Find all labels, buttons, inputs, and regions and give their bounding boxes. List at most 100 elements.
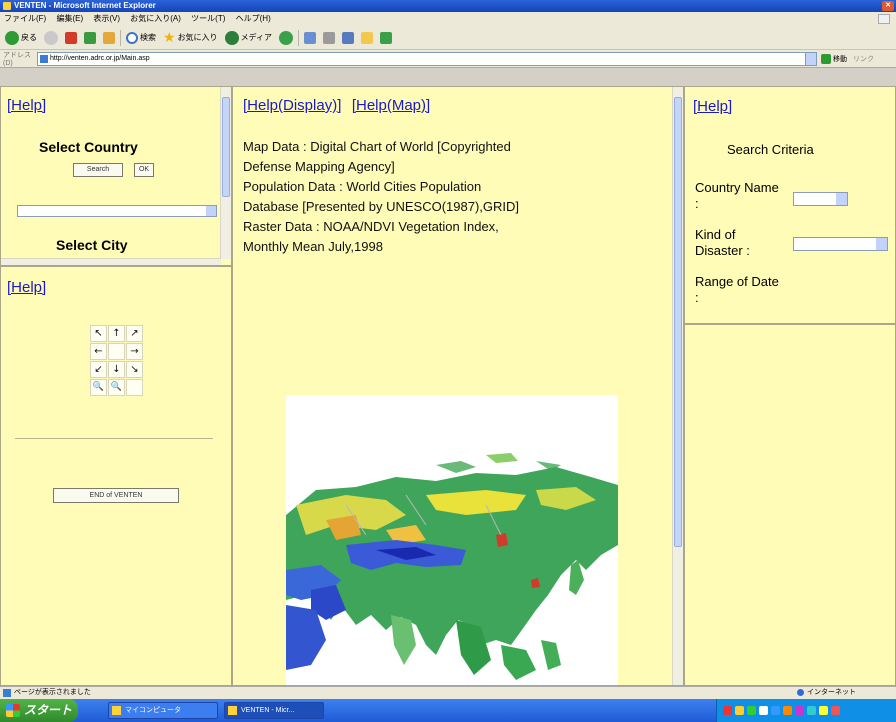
- scrollbar-thumb[interactable]: [674, 97, 682, 547]
- navigation-frame: [Help] ↖ ↑ ↗ ← → ↙ ↓ ↘ 🔍 🔍 END of VENTEN: [0, 266, 232, 686]
- address-bar: アドレス(D) http://venten.adrc.or.jp/Main.as…: [0, 50, 896, 68]
- pan-east-button[interactable]: →: [126, 343, 143, 360]
- tray-icon[interactable]: [735, 706, 744, 715]
- vertical-scrollbar[interactable]: [220, 87, 231, 259]
- pan-northwest-button[interactable]: ↖: [90, 325, 107, 342]
- address-dropdown-button[interactable]: [805, 52, 816, 65]
- tray-icon[interactable]: [819, 706, 828, 715]
- history-icon: [279, 30, 294, 45]
- folder-button[interactable]: [359, 29, 375, 47]
- menu-edit[interactable]: 編集(E): [56, 14, 83, 23]
- taskbar-item-venten[interactable]: VENTEN - Micr...: [224, 702, 324, 719]
- stop-button[interactable]: [63, 29, 79, 47]
- tray-icon[interactable]: [723, 706, 732, 715]
- zone-label: インターネット: [807, 689, 856, 696]
- search-label: 検索: [140, 33, 156, 42]
- info-line: Defense Mapping Agency]: [243, 159, 395, 174]
- help-link-search[interactable]: [Help]: [693, 98, 732, 115]
- window-titlebar: VENTEN - Microsoft Internet Explorer ✕: [0, 0, 896, 12]
- taskbar-item-my-computer[interactable]: マイコンピュータ: [108, 702, 218, 719]
- home-icon: [103, 31, 115, 44]
- refresh-button[interactable]: [82, 29, 98, 47]
- tray-icon[interactable]: [759, 706, 768, 715]
- window-title: VENTEN - Microsoft Internet Explorer: [14, 1, 156, 10]
- info-line: Map Data : Digital Chart of World [Copyr…: [243, 139, 511, 154]
- print-button[interactable]: [321, 29, 337, 47]
- vertical-scrollbar-center[interactable]: [672, 87, 683, 685]
- close-window-button[interactable]: ✕: [882, 1, 894, 11]
- tray-icon[interactable]: [795, 706, 804, 715]
- security-zone: インターネット: [797, 687, 856, 699]
- page-loaded-icon: [3, 689, 11, 697]
- home-button[interactable]: [101, 29, 117, 47]
- info-line: Monthly Mean July,1998: [243, 239, 383, 254]
- address-input[interactable]: http://venten.adrc.or.jp/Main.asp: [37, 51, 817, 66]
- mail-button[interactable]: [302, 29, 318, 47]
- favorites-button[interactable]: ★ お気に入り: [161, 29, 220, 47]
- search-button[interactable]: 検索: [124, 29, 158, 47]
- search-country-button[interactable]: Search: [73, 163, 123, 177]
- asia-map-graphic: [286, 395, 618, 685]
- tray-icon[interactable]: [807, 706, 816, 715]
- pan-southeast-button[interactable]: ↘: [126, 361, 143, 378]
- browser-toolbar: 戻る 検索 ★ お気に入り メディア: [0, 26, 896, 50]
- start-button[interactable]: スタート: [0, 699, 78, 722]
- country-select-frame: [Help] Select Country Search OK Select C…: [0, 86, 232, 266]
- horizontal-scrollbar[interactable]: [1, 258, 221, 265]
- help-link-country[interactable]: [Help]: [7, 97, 46, 114]
- help-map-link[interactable]: [Help(Map)]: [352, 97, 430, 114]
- divider: [15, 438, 213, 439]
- address-url: http://venten.adrc.or.jp/Main.asp: [50, 55, 150, 62]
- zoom-out-icon[interactable]: 🔍: [108, 379, 125, 396]
- links-label[interactable]: リンク: [853, 54, 874, 64]
- kind-of-disaster-select[interactable]: [793, 237, 888, 251]
- messenger-button[interactable]: [378, 29, 394, 47]
- status-message: ページが表示されました: [14, 689, 91, 696]
- edit-button[interactable]: [340, 29, 356, 47]
- menu-tools[interactable]: ツール(T): [191, 14, 225, 23]
- globe-icon: [797, 688, 804, 696]
- tray-icon[interactable]: [831, 706, 840, 715]
- mail-icon: [304, 31, 317, 44]
- help-link-navigation[interactable]: [Help]: [7, 279, 46, 296]
- media-button[interactable]: メディア: [223, 29, 274, 47]
- country-name-select[interactable]: [793, 192, 848, 206]
- help-display-link[interactable]: [Help(Display)]: [243, 97, 341, 114]
- country-select[interactable]: [17, 205, 217, 217]
- vegetation-map-image[interactable]: [286, 395, 618, 685]
- menu-help[interactable]: ヘルプ(H): [236, 14, 271, 23]
- results-frame: [684, 324, 896, 686]
- menu-bar: ファイル(F) 編集(E) 表示(V) お気に入り(A) ツール(T) ヘルプ(…: [0, 12, 896, 26]
- stop-icon: [65, 31, 77, 44]
- toolbar-separator-2: [298, 29, 300, 46]
- pan-northeast-button[interactable]: ↗: [126, 325, 143, 342]
- pan-west-button[interactable]: ←: [90, 343, 107, 360]
- back-label: 戻る: [21, 33, 37, 42]
- forward-button[interactable]: [42, 29, 60, 47]
- refresh-icon: [84, 31, 96, 44]
- folder-icon: [361, 31, 374, 44]
- end-venten-button[interactable]: END of VENTEN: [53, 488, 179, 503]
- tray-icon[interactable]: [771, 706, 780, 715]
- ie-icon: [228, 706, 237, 715]
- task-label: マイコンピュータ: [125, 707, 181, 714]
- history-button[interactable]: [277, 29, 295, 47]
- menu-view[interactable]: 表示(V): [93, 14, 120, 23]
- back-button[interactable]: 戻る: [3, 29, 39, 47]
- pan-southwest-button[interactable]: ↙: [90, 361, 107, 378]
- blank-button[interactable]: [126, 379, 143, 396]
- scrollbar-thumb[interactable]: [222, 97, 230, 197]
- pan-north-button[interactable]: ↑: [108, 325, 125, 342]
- menu-file[interactable]: ファイル(F): [4, 14, 46, 23]
- page-icon: [40, 54, 48, 63]
- center-button[interactable]: [108, 343, 125, 360]
- tray-icon[interactable]: [747, 706, 756, 715]
- select-country-heading: Select Country: [39, 139, 138, 155]
- ok-button[interactable]: OK: [134, 163, 154, 177]
- go-button[interactable]: 移動: [821, 53, 847, 64]
- address-label: アドレス(D): [3, 52, 31, 67]
- menu-favorites[interactable]: お気に入り(A): [130, 14, 181, 23]
- pan-south-button[interactable]: ↓: [108, 361, 125, 378]
- tray-icon[interactable]: [783, 706, 792, 715]
- zoom-in-icon[interactable]: 🔍: [90, 379, 107, 396]
